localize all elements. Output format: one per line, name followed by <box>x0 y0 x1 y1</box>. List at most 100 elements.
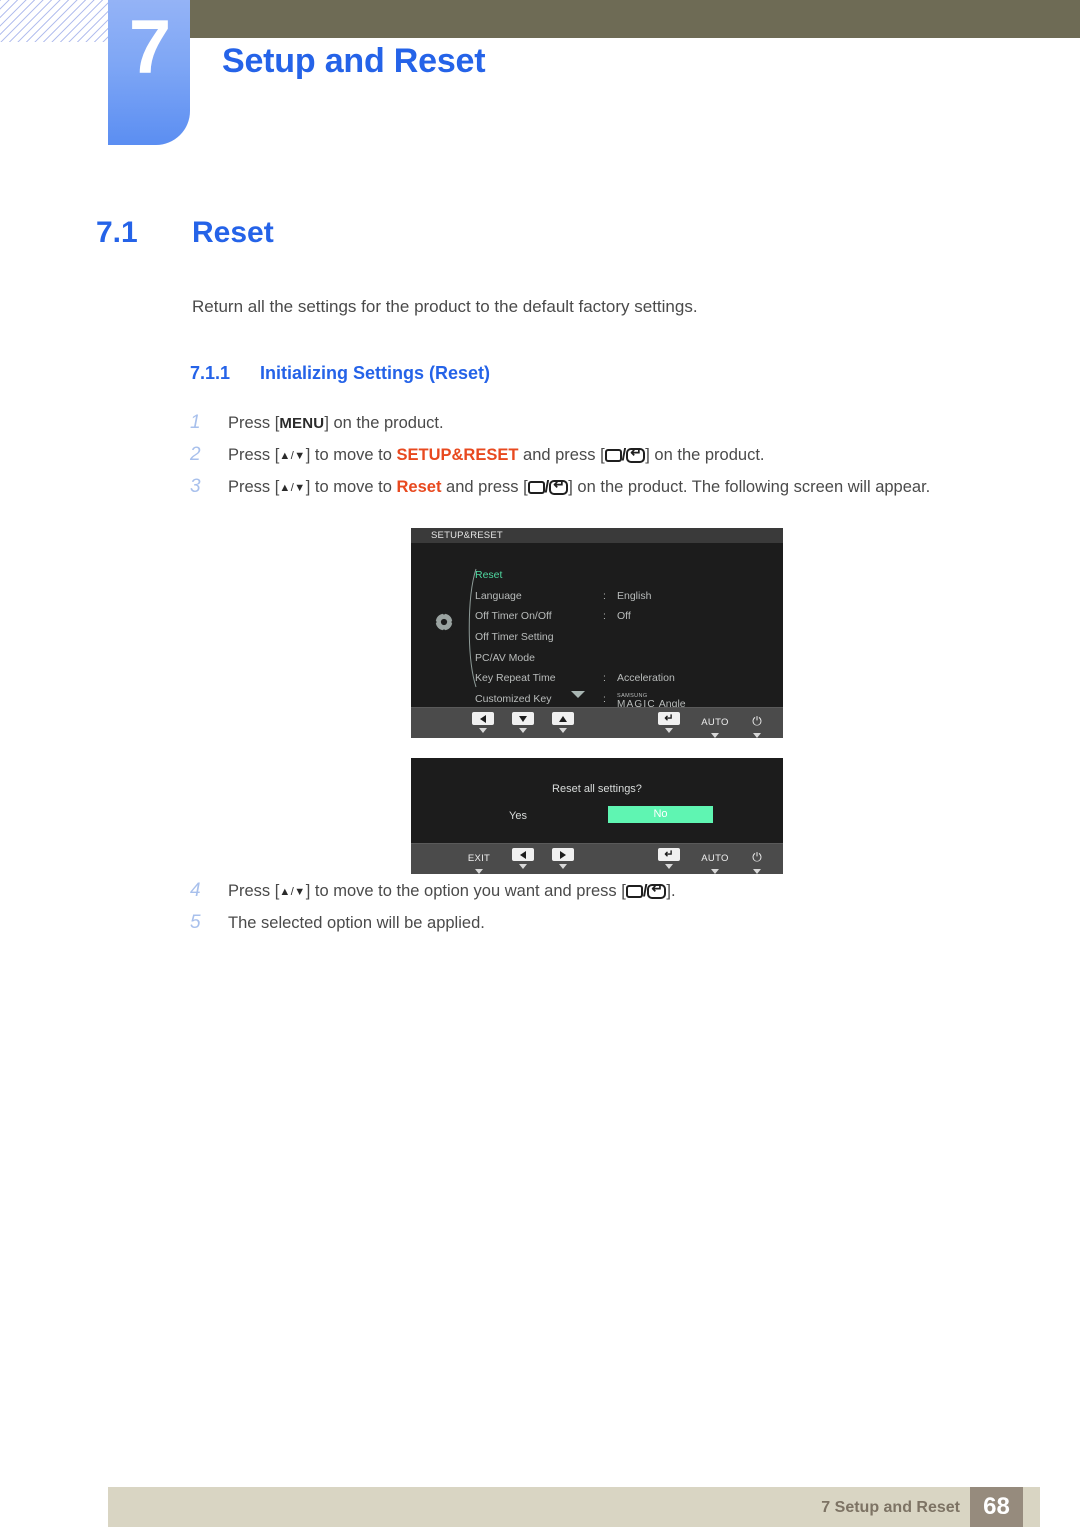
highlighted-menu-name: Reset <box>396 478 442 496</box>
enter-arrow-glyph: ↵ <box>664 847 674 860</box>
footer-page-number: 68 <box>970 1487 1023 1527</box>
button-indicator-caret-icon <box>559 728 567 733</box>
button-indicator-caret-icon <box>753 733 761 738</box>
osd-hardware-button[interactable] <box>543 848 583 869</box>
enter-button-icon <box>647 881 667 899</box>
osd-item-value: Acceleration <box>617 672 675 685</box>
header-olive-bar <box>108 0 1080 38</box>
step-text: Press [MENU] on the product. <box>228 414 444 432</box>
step-text: Press [▲/▼] to move to SETUP&RESET and p… <box>228 445 1020 466</box>
step-text: The selected option will be applied. <box>228 914 485 932</box>
scroll-down-caret-icon[interactable] <box>571 691 585 698</box>
chapter-title: Setup and Reset <box>222 42 486 80</box>
osd-item-value: English <box>617 589 652 602</box>
arrow-right-icon <box>552 848 574 861</box>
updown-arrow-keys: ▲/▼ <box>279 886 306 898</box>
osd-menu-item[interactable]: Reset <box>475 565 775 586</box>
footer-text: 7 Setup and Reset <box>821 1499 960 1516</box>
osd-menu-item[interactable]: Off Timer Setting <box>475 627 775 648</box>
osd-confirm-screenshot: Reset all settings? Yes No EXIT ↵ AUTO ⏻ <box>411 758 783 874</box>
arrow-left-icon <box>512 848 534 861</box>
source-button-icon <box>604 449 622 462</box>
osd-hardware-button[interactable] <box>503 848 543 869</box>
triangle-glyph <box>559 715 567 722</box>
power-icon: ⏻ <box>752 714 762 728</box>
confirm-no-option[interactable]: No <box>608 806 713 823</box>
osd-item-label: Off Timer On/Off <box>475 610 552 623</box>
section-number: 7.1 <box>96 216 138 249</box>
triangle-glyph <box>480 714 486 723</box>
osd-confirm-body: Reset all settings? Yes No <box>411 758 783 843</box>
instruction-step-list-bottom: 4 Press [▲/▼] to move to the option you w… <box>190 880 1020 944</box>
confirm-question: Reset all settings? <box>552 783 642 795</box>
step-text: Press [▲/▼] to move to Reset and press [… <box>228 477 1020 498</box>
chapter-tab: 7 <box>108 0 190 145</box>
osd-hardware-button[interactable] <box>503 712 543 733</box>
step-number: 2 <box>190 444 201 465</box>
confirm-yes-option[interactable]: Yes <box>509 810 527 822</box>
gear-icon <box>433 611 455 633</box>
menu-key-label: MENU <box>279 415 325 432</box>
arrow-up-icon <box>552 712 574 725</box>
osd-hardware-button[interactable]: AUTO <box>695 848 735 874</box>
osd-menu-item[interactable]: Language: English <box>475 586 775 607</box>
osd-item-label: Key Repeat Time <box>475 672 556 685</box>
osd-menu-screenshot: SETUP&RESET Reset Language: English Off… <box>411 528 783 738</box>
power-icon: ⏻ <box>752 850 762 864</box>
enter-button-icon <box>549 477 569 495</box>
source-button-icon <box>527 481 545 494</box>
osd-item-colon: : <box>603 692 606 705</box>
osd-hardware-button[interactable]: AUTO <box>695 712 735 738</box>
osd-hardware-button[interactable]: ↵ <box>649 848 689 869</box>
osd-item-colon: : <box>603 672 606 685</box>
osd-item-label: Language <box>475 589 522 602</box>
step-number: 1 <box>190 412 201 433</box>
step-number: 5 <box>190 912 201 933</box>
subsection-title: Initializing Settings (Reset) <box>260 363 491 383</box>
instruction-step: 5 The selected option will be applied. <box>190 912 1020 934</box>
osd-button-label: AUTO <box>701 853 729 864</box>
osd-item-label: PC/AV Mode <box>475 651 535 664</box>
osd-item-label: Reset <box>475 569 503 582</box>
subsection-number: 7.1.1 <box>190 363 231 383</box>
instruction-step: 4 Press [▲/▼] to move to the option you w… <box>190 880 1020 902</box>
button-indicator-caret-icon <box>665 864 673 869</box>
osd-menu-item-list: Reset Language: English Off Timer On/Off: Of… <box>475 565 775 709</box>
arrow-down-icon <box>512 712 534 725</box>
instruction-step: 1 Press [MENU] on the product. <box>190 412 1020 434</box>
step-number: 4 <box>190 880 201 901</box>
osd-item-colon: : <box>603 610 606 623</box>
decorative-hatch-pattern <box>0 0 112 42</box>
osd-button-label: EXIT <box>467 853 491 864</box>
button-indicator-caret-icon <box>519 728 527 733</box>
button-indicator-caret-icon <box>665 728 673 733</box>
button-indicator-caret-icon <box>519 864 527 869</box>
osd-menu-item[interactable]: Off Timer On/Off: Off <box>475 606 775 627</box>
osd-hardware-button[interactable]: ↵ <box>649 712 689 733</box>
osd-menu-item[interactable]: Key Repeat Time: Acceleration <box>475 668 775 689</box>
osd-item-label: Off Timer Setting <box>475 631 554 644</box>
triangle-glyph <box>519 715 527 722</box>
button-indicator-caret-icon <box>559 864 567 869</box>
button-indicator-caret-icon <box>475 869 483 874</box>
osd-menu-item[interactable]: PC/AV Mode <box>475 647 775 668</box>
osd-hardware-button[interactable] <box>543 712 583 733</box>
section-heading: 7.1 Reset <box>96 216 274 250</box>
button-indicator-caret-icon <box>711 869 719 874</box>
osd-hardware-button[interactable]: ⏻ <box>737 848 777 874</box>
osd-item-colon: : <box>603 589 606 602</box>
source-button-icon <box>625 885 643 898</box>
arrow-left-icon <box>472 712 494 725</box>
chapter-number: 7 <box>128 5 171 90</box>
step-number: 3 <box>190 476 201 497</box>
subsection-heading: 7.1.1 Initializing Settings (Reset) <box>190 363 490 384</box>
osd-item-value: Off <box>617 610 631 623</box>
button-indicator-caret-icon <box>711 733 719 738</box>
osd-menu-title: SETUP&RESET <box>411 528 783 543</box>
updown-arrow-keys: ▲/▼ <box>279 450 306 462</box>
osd-menu-button-bar: ↵ AUTO ⏻ <box>411 707 783 738</box>
osd-hardware-button[interactable] <box>463 712 503 733</box>
osd-hardware-button[interactable]: ⏻ <box>737 712 777 738</box>
enter-button-icon <box>626 445 646 463</box>
osd-hardware-button[interactable]: EXIT <box>459 848 499 874</box>
